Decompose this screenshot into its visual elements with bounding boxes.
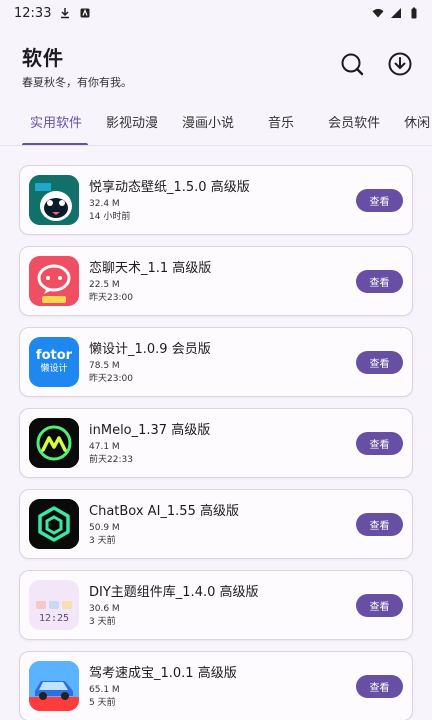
app-size: 22.5 M xyxy=(89,280,120,290)
fotor-design-icon: fotor 懒设计 xyxy=(29,337,79,387)
app-header: 软件 春夏秋冬，有你有我。 xyxy=(0,26,432,102)
search-icon xyxy=(341,53,364,76)
download-button[interactable] xyxy=(386,50,414,78)
inmelo-icon xyxy=(29,418,79,468)
tab-music[interactable]: 音乐 xyxy=(246,102,316,145)
list-item[interactable]: 驾考速成宝_1.0.1 高级版 65.1 M 5 天前 查看 xyxy=(19,651,413,720)
app-updated: 14 小时前 xyxy=(89,212,131,222)
view-button[interactable]: 查看 xyxy=(356,674,403,698)
app-size: 78.5 M xyxy=(89,361,120,371)
app-name: 悦享动态壁纸_1.5.0 高级版 xyxy=(89,180,250,195)
list-item[interactable]: fotor 懒设计 懒设计_1.0.9 会员版 78.5 M 昨天23:00 查… xyxy=(19,327,413,397)
view-button[interactable]: 查看 xyxy=(356,593,403,617)
tab-casual[interactable]: 休闲 xyxy=(392,102,432,145)
view-button[interactable]: 查看 xyxy=(356,350,403,374)
list-item[interactable]: inMelo_1.37 高级版 47.1 M 前天22:33 查看 xyxy=(19,408,413,478)
app-size: 50.9 M xyxy=(89,523,120,533)
search-button[interactable] xyxy=(338,50,366,78)
battery-icon xyxy=(411,7,417,19)
app-notification-icon xyxy=(80,8,90,18)
car-exam-icon xyxy=(29,661,79,711)
tab-comic-novel[interactable]: 漫画小说 xyxy=(170,102,246,145)
app-name: ChatBox AI_1.55 高级版 xyxy=(89,504,239,519)
view-button[interactable]: 查看 xyxy=(356,431,403,455)
view-button[interactable]: 查看 xyxy=(356,188,403,212)
page-subtitle: 春夏秋冬，有你有我。 xyxy=(22,76,132,89)
app-size: 47.1 M xyxy=(89,442,120,452)
wifi-icon xyxy=(372,8,384,18)
view-button[interactable]: 查看 xyxy=(356,512,403,536)
app-updated: 3 天前 xyxy=(89,536,116,546)
app-name: inMelo_1.37 高级版 xyxy=(89,423,211,438)
app-name: 懒设计_1.0.9 会员版 xyxy=(89,342,211,357)
list-item[interactable]: 恋聊天术_1.1 高级版 22.5 M 昨天23:00 查看 xyxy=(19,246,413,316)
fotor-logo-subtext: 懒设计 xyxy=(40,363,68,374)
app-size: 65.1 M xyxy=(89,685,120,695)
list-item[interactable]: 悦享动态壁纸_1.5.0 高级版 32.4 M 14 小时前 查看 xyxy=(19,165,413,235)
app-name: DIY主题组件库_1.4.0 高级版 xyxy=(89,585,259,600)
download-notification-icon xyxy=(61,8,70,19)
app-name: 恋聊天术_1.1 高级版 xyxy=(89,261,212,276)
app-updated: 前天22:33 xyxy=(89,455,133,465)
penguin-wallpaper-icon xyxy=(29,175,79,225)
status-bar: 12:33 xyxy=(0,0,432,26)
app-updated: 5 天前 xyxy=(89,698,116,708)
app-size: 32.4 M xyxy=(89,199,120,209)
signal-icon xyxy=(391,8,401,18)
chat-bubble-icon xyxy=(29,256,79,306)
tab-utility[interactable]: 实用软件 xyxy=(0,102,94,145)
diy-clock-text: 12:25 xyxy=(38,613,70,624)
chatbox-hexagon-icon xyxy=(29,499,79,549)
app-updated: 昨天23:00 xyxy=(89,374,133,384)
app-updated: 昨天23:00 xyxy=(89,293,133,303)
diy-widget-icon: 12:25 xyxy=(29,580,79,630)
fotor-logo-text: fotor xyxy=(35,347,73,363)
app-size: 30.6 M xyxy=(89,604,120,614)
app-updated: 3 天前 xyxy=(89,617,116,627)
status-time: 12:33 xyxy=(14,5,52,21)
tab-vip-software[interactable]: 会员软件 xyxy=(316,102,392,145)
category-tabs: 实用软件 影视动漫 漫画小说 音乐 会员软件 休闲 xyxy=(0,102,432,146)
list-item[interactable]: 12:25 DIY主题组件库_1.4.0 高级版 30.6 M 3 天前 查看 xyxy=(19,570,413,640)
page-title: 软件 xyxy=(22,46,64,70)
tab-video-anime[interactable]: 影视动漫 xyxy=(94,102,170,145)
list-item[interactable]: ChatBox AI_1.55 高级版 50.9 M 3 天前 查看 xyxy=(19,489,413,559)
download-icon xyxy=(388,52,412,76)
app-name: 驾考速成宝_1.0.1 高级版 xyxy=(89,666,237,681)
app-list: 悦享动态壁纸_1.5.0 高级版 32.4 M 14 小时前 查看 恋聊天术_1… xyxy=(0,146,432,720)
view-button[interactable]: 查看 xyxy=(356,269,403,293)
